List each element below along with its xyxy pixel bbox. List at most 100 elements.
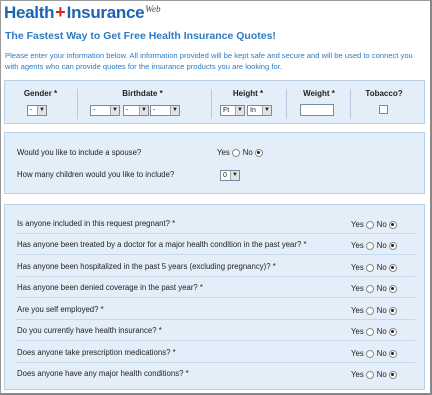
tobacco-checkbox[interactable] bbox=[379, 105, 388, 114]
question-text: Has anyone been treated by a doctor for … bbox=[17, 240, 307, 249]
yes-label: Yes bbox=[351, 284, 364, 293]
birth-day-select[interactable]: - ▼ bbox=[123, 105, 149, 116]
question-text: Does anyone have any major health condit… bbox=[17, 369, 189, 378]
gender-value: - bbox=[30, 107, 33, 114]
question-text: Has anyone been denied coverage in the p… bbox=[17, 283, 203, 292]
question-text: Do you currently have health insurance? … bbox=[17, 326, 162, 335]
question-text: Does anyone take prescription medication… bbox=[17, 348, 176, 357]
answer-options: Yes No bbox=[351, 370, 400, 379]
row-divider bbox=[15, 233, 415, 234]
yes-radio[interactable] bbox=[365, 327, 374, 336]
row-divider bbox=[15, 276, 415, 277]
basic-info-panel: Gender * - ▼ Birthdate * - ▼ - ▼ - ▼ Height … bbox=[4, 80, 425, 124]
logo-web-text: Web bbox=[145, 4, 161, 14]
chevron-down-icon: ▼ bbox=[139, 106, 148, 115]
yes-label: Yes bbox=[351, 349, 364, 358]
chevron-down-icon: ▼ bbox=[230, 171, 239, 180]
yes-label: Yes bbox=[351, 263, 364, 272]
no-radio[interactable] bbox=[388, 306, 397, 315]
weight-label: Weight * bbox=[303, 89, 335, 98]
site-logo[interactable]: Health + Insurance Web bbox=[4, 2, 161, 24]
no-radio[interactable] bbox=[388, 370, 397, 379]
yes-radio[interactable] bbox=[365, 241, 374, 250]
divider bbox=[77, 89, 78, 119]
yes-radio[interactable] bbox=[365, 220, 374, 229]
row-divider bbox=[15, 319, 415, 320]
tobacco-label: Tobacco? bbox=[365, 89, 403, 98]
birth-year-select[interactable]: - ▼ bbox=[150, 105, 180, 116]
no-radio[interactable] bbox=[388, 241, 397, 250]
no-label: No bbox=[376, 349, 387, 358]
row-divider bbox=[15, 340, 415, 341]
no-radio[interactable] bbox=[388, 220, 397, 229]
family-panel: Would you like to include a spouse? Yes … bbox=[4, 132, 425, 194]
children-question: How many children would you like to incl… bbox=[17, 170, 175, 179]
weight-input[interactable] bbox=[300, 104, 334, 116]
no-label: No bbox=[242, 148, 253, 157]
yes-label: Yes bbox=[351, 327, 364, 336]
logo-insurance-text: Insurance bbox=[66, 3, 145, 22]
chevron-down-icon: ▼ bbox=[235, 106, 244, 115]
row-divider bbox=[15, 362, 415, 363]
no-radio[interactable] bbox=[388, 263, 397, 272]
no-label: No bbox=[376, 284, 387, 293]
height-feet-value: Ft bbox=[223, 107, 230, 114]
chevron-down-icon: ▼ bbox=[37, 106, 46, 115]
height-label: Height * bbox=[232, 89, 264, 98]
height-inches-value: In bbox=[250, 107, 256, 114]
answer-options: Yes No bbox=[351, 220, 400, 229]
page-headline: The Fastest Way to Get Free Health Insur… bbox=[5, 30, 276, 42]
yes-radio[interactable] bbox=[365, 370, 374, 379]
birthdate-label: Birthdate * bbox=[122, 89, 163, 98]
answer-options: Yes No bbox=[351, 327, 400, 336]
row-divider bbox=[15, 254, 415, 255]
health-questions-panel: Is anyone included in this request pregn… bbox=[4, 204, 425, 390]
height-feet-select[interactable]: Ft ▼ bbox=[220, 105, 245, 116]
question-text: Are you self employed? * bbox=[17, 305, 104, 314]
no-label: No bbox=[376, 220, 387, 229]
no-radio[interactable] bbox=[388, 327, 397, 336]
yes-label: Yes bbox=[351, 220, 364, 229]
height-inches-select[interactable]: In ▼ bbox=[247, 105, 272, 116]
birth-year-value: - bbox=[153, 107, 156, 114]
divider bbox=[211, 89, 212, 119]
birth-month-value: - bbox=[93, 107, 96, 114]
yes-radio[interactable] bbox=[365, 306, 374, 315]
chevron-down-icon: ▼ bbox=[110, 106, 119, 115]
question-text: Has anyone been hospitalized in the past… bbox=[17, 262, 276, 271]
answer-options: Yes No bbox=[351, 349, 400, 358]
no-label: No bbox=[376, 327, 387, 336]
spouse-options: Yes No bbox=[217, 148, 266, 157]
divider bbox=[350, 89, 351, 119]
gender-select[interactable]: - ▼ bbox=[27, 105, 47, 116]
gender-label: Gender * bbox=[23, 89, 58, 98]
no-label: No bbox=[376, 241, 387, 250]
yes-radio[interactable] bbox=[365, 349, 374, 358]
birth-month-select[interactable]: - ▼ bbox=[90, 105, 120, 116]
yes-radio[interactable] bbox=[365, 263, 374, 272]
no-radio[interactable] bbox=[388, 284, 397, 293]
answer-options: Yes No bbox=[351, 241, 400, 250]
answer-options: Yes No bbox=[351, 284, 400, 293]
birth-day-value: - bbox=[126, 107, 129, 114]
yes-label: Yes bbox=[217, 148, 230, 157]
logo-plus-icon: + bbox=[55, 2, 66, 22]
yes-radio[interactable] bbox=[365, 284, 374, 293]
chevron-down-icon: ▼ bbox=[170, 106, 179, 115]
chevron-down-icon: ▼ bbox=[262, 106, 271, 115]
no-label: No bbox=[376, 263, 387, 272]
children-select[interactable]: 0 ▼ bbox=[220, 170, 240, 181]
no-label: No bbox=[376, 370, 387, 379]
question-text: Is anyone included in this request pregn… bbox=[17, 219, 176, 228]
divider bbox=[286, 89, 287, 119]
spouse-question: Would you like to include a spouse? bbox=[17, 148, 142, 157]
no-radio[interactable] bbox=[388, 349, 397, 358]
children-value: 0 bbox=[223, 172, 227, 179]
spouse-no-radio[interactable] bbox=[254, 148, 263, 157]
intro-text: Please enter your information below. All… bbox=[5, 51, 413, 71]
answer-options: Yes No bbox=[351, 263, 400, 272]
spouse-yes-radio[interactable] bbox=[231, 148, 240, 157]
yes-label: Yes bbox=[351, 241, 364, 250]
row-divider bbox=[15, 297, 415, 298]
yes-label: Yes bbox=[351, 306, 364, 315]
